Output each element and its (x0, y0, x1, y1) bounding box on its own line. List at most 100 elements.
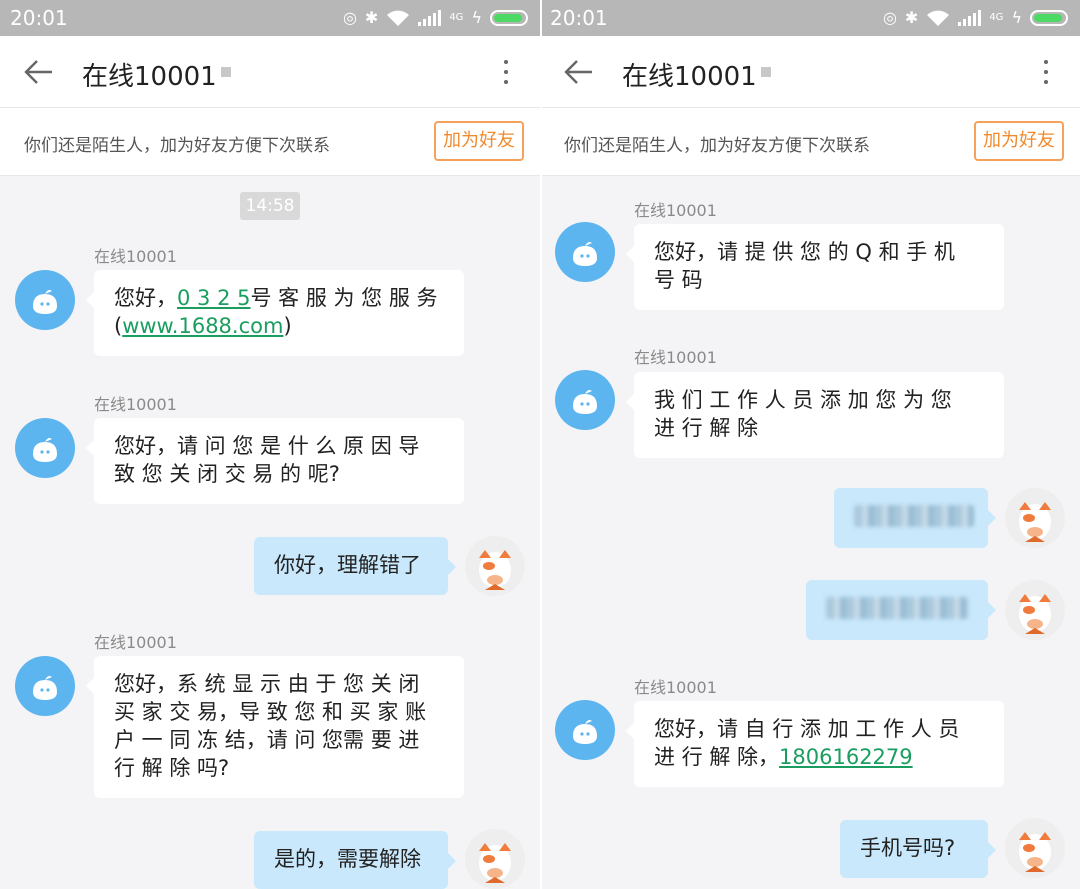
service-avatar[interactable] (15, 656, 75, 716)
message-text: 您好，请 问 您 是 什 么 原 因 导 (114, 434, 420, 458)
service-avatar[interactable] (15, 270, 75, 330)
message-text: 您好，请 自 行 添 加 工 作 人 员 (654, 717, 960, 741)
cow-icon (1019, 832, 1051, 872)
stranger-notice-text: 你们还是陌生人，加为好友方便下次联系 (24, 136, 330, 156)
sent-message: 你好，理解错了 (254, 537, 456, 595)
message-text: 您好，请 提 供 您 的 Q 和 手 机 (654, 240, 955, 264)
message-text: 买 家 交 易，导 致 您 和 买 家 账 (114, 700, 427, 724)
status-time: 20:01 (550, 6, 608, 30)
message-text: ) (283, 314, 292, 338)
cow-icon (1019, 502, 1051, 542)
message-text: 行 解 除 吗? (114, 756, 230, 780)
status-time: 20:01 (10, 6, 68, 30)
back-arrow-icon[interactable] (562, 56, 594, 88)
chat-header: 在线10001 (540, 36, 1080, 108)
my-avatar[interactable] (1005, 580, 1065, 640)
chat-title: 在线10001 (622, 62, 757, 92)
battery-icon (490, 10, 528, 26)
received-message: 您好，0 3 2 5号 客 服 为 您 服 务 (www.1688.com) (86, 270, 464, 356)
status-icons: ◎ ✱ 4G ϟ (883, 7, 1068, 29)
network-type: 4G (449, 12, 464, 23)
status-bar: 20:01 ◎ ✱ 4G ϟ (540, 0, 1080, 36)
service-avatar[interactable] (555, 222, 615, 282)
bluetooth-icon: ✱ (904, 8, 919, 27)
my-avatar[interactable] (465, 829, 525, 889)
back-arrow-icon[interactable] (22, 56, 54, 88)
network-type: 4G (989, 12, 1004, 23)
cow-icon (479, 550, 511, 590)
stranger-notice: 你们还是陌生人，加为好友方便下次联系 加为好友 (0, 108, 540, 176)
received-message: 您好，请 自 行 添 加 工 作 人 员进 行 解 除，1806162279 (626, 701, 1004, 787)
sender-name: 在线10001 (94, 633, 177, 652)
message-text: 户 一 同 冻 结，请 问 您需 要 进 (114, 728, 420, 752)
bluetooth-icon: ✱ (364, 8, 379, 27)
message-text: 我 们 工 作 人 员 添 加 您 为 您 (654, 388, 952, 412)
message-text: 是的，需要解除 (274, 847, 421, 871)
my-avatar[interactable] (1005, 818, 1065, 878)
message-text: 号 码 (654, 268, 703, 292)
signal-icon (958, 10, 982, 26)
received-message: 您好，请 提 供 您 的 Q 和 手 机号 码 (626, 224, 1004, 310)
received-message: 您好，系 统 显 示 由 于 您 关 闭 买 家 交 易，导 致 您 和 买 家… (86, 656, 464, 798)
sent-message-redacted (834, 488, 996, 548)
my-avatar[interactable] (465, 536, 525, 596)
service-avatar[interactable] (15, 418, 75, 478)
add-friend-button[interactable]: 加为好友 (434, 121, 524, 161)
message-text: 进 行 解 除， (654, 745, 780, 769)
status-dot (761, 67, 771, 77)
message-text: 手机号吗? (860, 836, 956, 860)
more-options-icon[interactable] (1042, 56, 1050, 88)
stranger-notice-text: 你们还是陌生人，加为好友方便下次联系 (564, 136, 870, 156)
add-friend-button[interactable]: 加为好友 (974, 121, 1064, 161)
message-text: 进 行 解 除 (654, 416, 759, 440)
nfc-icon: ◎ (342, 8, 357, 27)
chat-screen-right: 20:01 ◎ ✱ 4G ϟ 在线10001 你们还是陌生人，加为好友方便下次联… (540, 0, 1080, 889)
service-avatar[interactable] (555, 700, 615, 760)
message-text: ( (114, 314, 123, 338)
website-link[interactable]: www.1688.com (122, 314, 283, 338)
my-avatar[interactable] (1005, 488, 1065, 548)
status-icons: ◎ ✱ 4G ϟ (343, 7, 528, 29)
signal-icon (418, 10, 442, 26)
penguin-icon (573, 242, 597, 266)
charging-icon: ϟ (471, 8, 482, 27)
message-timestamp: 14:58 (240, 192, 300, 220)
status-dot (221, 67, 231, 77)
redacted-content (854, 505, 974, 527)
penguin-icon (33, 676, 57, 700)
chat-header: 在线10001 (0, 36, 540, 108)
sender-name: 在线10001 (634, 201, 717, 220)
cow-icon (479, 843, 511, 883)
chat-screen-left: 20:01 ◎ ✱ 4G ϟ 在线10001 你们还是陌生人，加为好友方便下次联… (0, 0, 540, 889)
received-message: 您好，请 问 您 是 什 么 原 因 导致 您 关 闭 交 易 的 呢? (86, 418, 464, 504)
sender-name: 在线10001 (94, 395, 177, 414)
penguin-icon (33, 438, 57, 462)
penguin-icon (33, 290, 57, 314)
phone-number-link[interactable]: 1806162279 (779, 745, 913, 769)
sender-name: 在线10001 (94, 247, 177, 266)
service-avatar[interactable] (555, 370, 615, 430)
sent-message: 手机号吗? (840, 820, 996, 878)
penguin-icon (573, 720, 597, 744)
sent-message-redacted (806, 580, 996, 640)
penguin-icon (573, 390, 597, 414)
received-message: 我 们 工 作 人 员 添 加 您 为 您进 行 解 除 (626, 372, 1004, 458)
sender-name: 在线10001 (634, 678, 717, 697)
wifi-icon (387, 10, 410, 26)
message-text: 致 您 关 闭 交 易 的 呢? (114, 462, 340, 486)
status-bar: 20:01 ◎ ✱ 4G ϟ (0, 0, 540, 36)
more-options-icon[interactable] (502, 56, 510, 88)
battery-icon (1030, 10, 1068, 26)
sent-message: 是的，需要解除 (254, 831, 456, 889)
cow-icon (1019, 594, 1051, 634)
chat-title: 在线10001 (82, 62, 217, 92)
redacted-content (826, 597, 968, 619)
nfc-icon: ◎ (882, 8, 897, 27)
message-text: 您好，系 统 显 示 由 于 您 关 闭 (114, 672, 420, 696)
message-text: 你好，理解错了 (274, 553, 421, 577)
message-text: 您好， (114, 286, 177, 310)
message-text: 号 客 服 为 您 服 务 (250, 286, 438, 310)
charging-icon: ϟ (1011, 8, 1022, 27)
agent-number-link[interactable]: 0 3 2 5 (177, 286, 250, 310)
stranger-notice: 你们还是陌生人，加为好友方便下次联系 加为好友 (540, 108, 1080, 176)
